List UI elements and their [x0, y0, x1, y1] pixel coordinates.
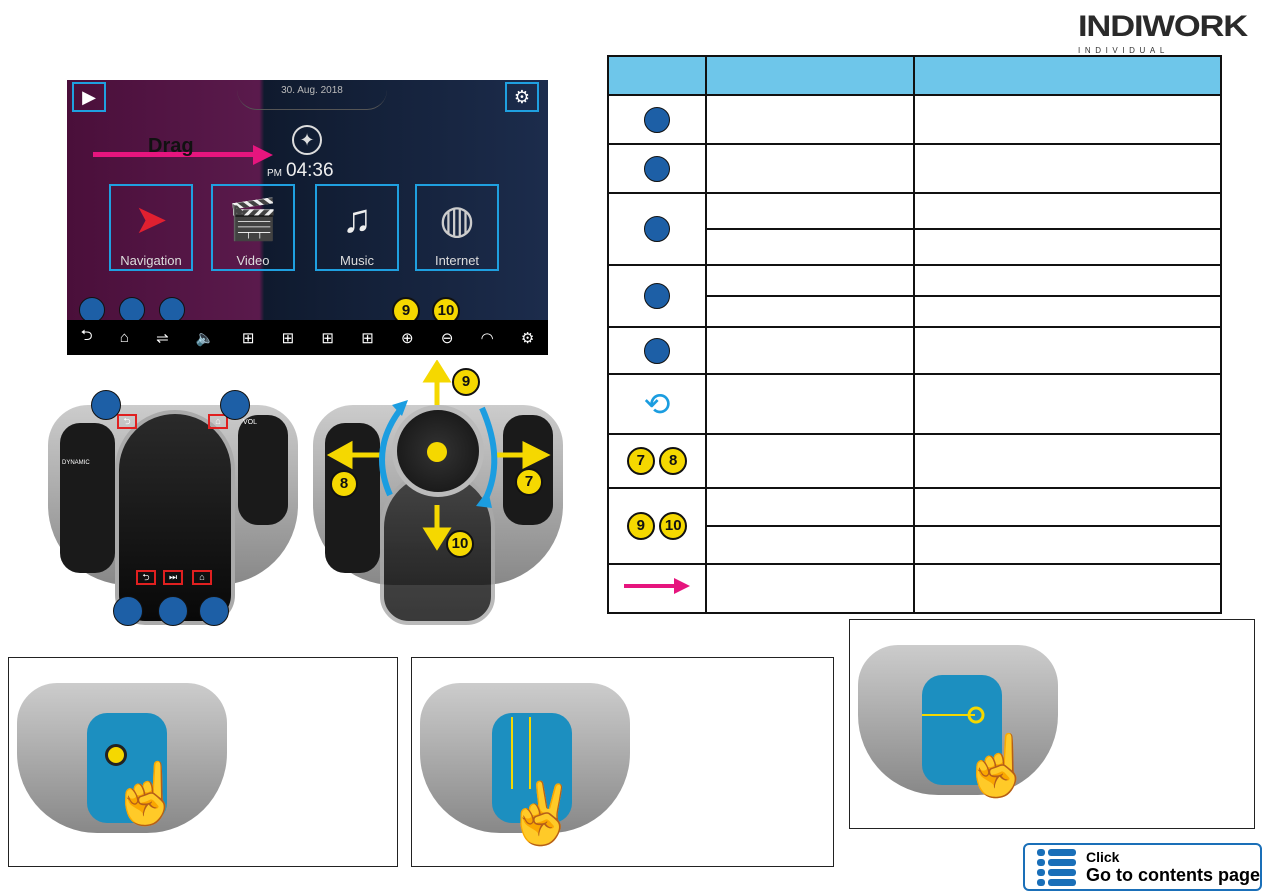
list-icon [1037, 848, 1076, 886]
marker-dot [91, 390, 121, 420]
marker-7: 7 [626, 447, 655, 475]
mercedes-logo-icon: ✦ [292, 125, 322, 155]
head-unit-screen: ▶ ⚙ 30. Aug. 2018 ✦ PM 04:36 Drag ➤ Naviga… [67, 80, 548, 355]
back-button[interactable]: ⮌ [117, 414, 137, 429]
table-header [607, 55, 1222, 96]
marker-10: 10 [446, 530, 474, 558]
navigation-arrow-icon: ➤ [134, 197, 168, 242]
add-shortcut-icon[interactable]: ⊞ [321, 329, 334, 347]
rotate-arrows-icon: ⟲ [607, 373, 707, 435]
marker-9: 9 [452, 368, 480, 396]
marker-9: 9 [626, 512, 655, 540]
settings-icon[interactable]: ⚙ [521, 329, 534, 347]
marker-dot [644, 337, 670, 364]
marker-8: 8 [330, 470, 358, 498]
zoom-in-icon[interactable]: ⊕ [401, 329, 414, 347]
function-table: ⟲ 7 8 9 10 [607, 55, 1222, 614]
marker-8: 8 [659, 447, 688, 475]
marker-10: 10 [659, 512, 688, 540]
horizontal-arrow [922, 706, 985, 724]
marker-dot [158, 596, 188, 626]
app-navigation[interactable]: ➤ Navigation [109, 184, 193, 271]
add-shortcut-icon[interactable]: ⊞ [242, 329, 255, 347]
touchpad[interactable] [115, 410, 235, 625]
wifi-icon[interactable]: ◠ [481, 329, 494, 347]
back-touch-button[interactable]: ⮌ [136, 570, 156, 585]
go-to-contents-button[interactable]: Click Go to contents page [1023, 843, 1262, 891]
app-internet[interactable]: ◍ Internet [415, 184, 499, 271]
direction-arrows [326, 360, 551, 551]
home-icon[interactable]: ⌂ [120, 329, 129, 346]
globe-icon: ◍ [439, 197, 475, 242]
marker-dot [644, 216, 670, 242]
marker-dot [644, 283, 670, 309]
marker-dot [220, 390, 250, 420]
zoom-out-icon[interactable]: ⊖ [441, 329, 454, 347]
recent-apps-icon[interactable]: ⇌ [156, 329, 169, 347]
app-music[interactable]: ♫ Music [315, 184, 399, 271]
music-note-icon: ♫ [342, 197, 372, 241]
settings-gear-icon[interactable]: ⚙ [505, 82, 539, 112]
skip-button[interactable]: ⏭ [163, 570, 183, 585]
pink-arrow-icon [624, 578, 690, 594]
play-store-icon[interactable]: ▶ [72, 82, 106, 112]
gesture-swipe-vertical-panel: ✌ [411, 657, 834, 867]
clock: PM 04:36 [267, 160, 334, 181]
two-finger-icon: ✌ [504, 780, 579, 847]
marker-dot [644, 155, 670, 182]
gesture-swipe-horizontal-panel: ☝ [849, 619, 1255, 829]
finger-icon: ☝ [960, 732, 1035, 799]
marker-dot [644, 106, 670, 133]
date-display: 30. Aug. 2018 [237, 80, 387, 110]
gesture-tap-panel: ☝ [8, 657, 398, 867]
home-touch-button[interactable]: ⌂ [192, 570, 212, 585]
add-shortcut-icon[interactable]: ⊞ [361, 329, 374, 347]
volume-icon[interactable]: 🔈 [196, 329, 215, 347]
app-video[interactable]: 🎬 Video [211, 184, 295, 271]
taskbar: ⮌ ⌂ ⇌ 🔈 ⊞ ⊞ ⊞ ⊞ ⊕ ⊖ ◠ ⚙ [67, 320, 548, 355]
add-shortcut-icon[interactable]: ⊞ [282, 329, 295, 347]
finger-icon: ☝ [109, 760, 184, 827]
marker-dot [113, 596, 143, 626]
marker-7: 7 [515, 468, 543, 496]
marker-dot [199, 596, 229, 626]
back-icon[interactable]: ⮌ [81, 325, 93, 350]
clapperboard-icon: 🎬 [228, 198, 278, 242]
